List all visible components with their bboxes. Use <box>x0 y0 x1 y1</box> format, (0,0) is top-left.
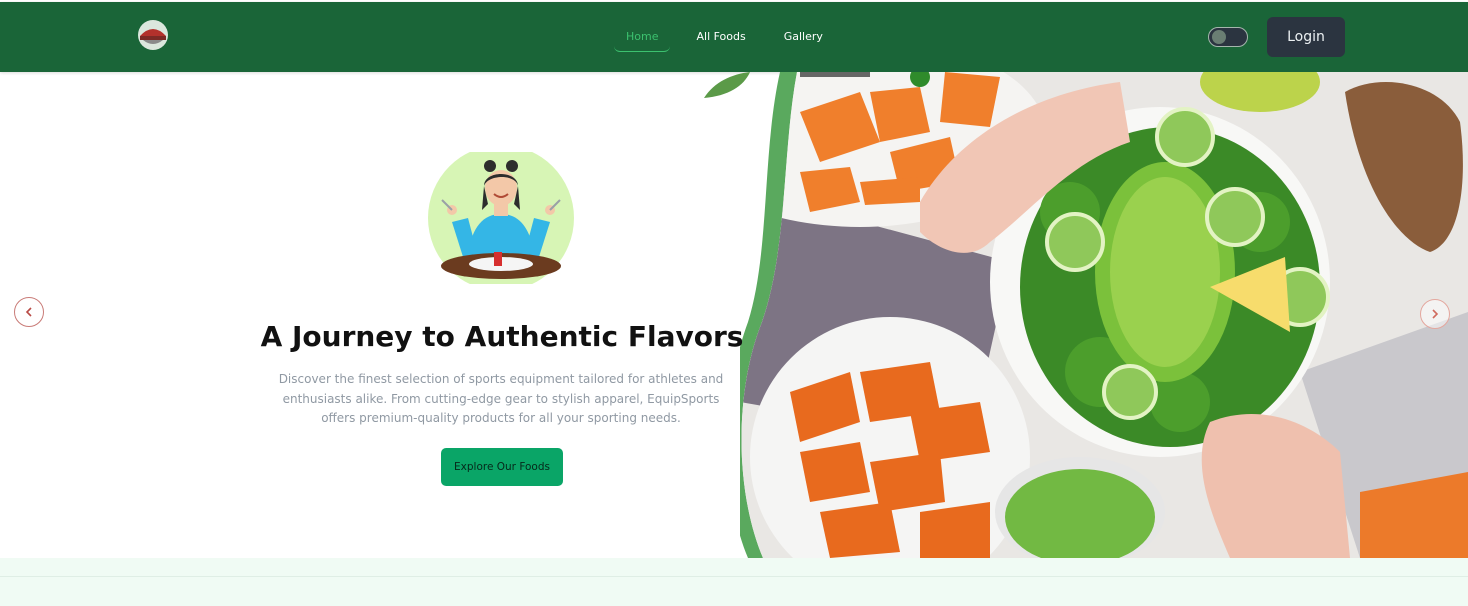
section-divider <box>0 576 1468 577</box>
food-photo <box>740 72 1468 558</box>
main-nav: Home All Foods Gallery <box>614 22 849 52</box>
chevron-left-icon <box>25 307 32 317</box>
toggle-knob <box>1212 30 1226 44</box>
nav-gallery-link[interactable]: Gallery <box>772 22 835 52</box>
hero-title: A Journey to Authentic Flavors <box>260 320 744 353</box>
chef-avatar-icon <box>428 152 574 284</box>
leaf-icon <box>704 72 750 98</box>
hero-description: Discover the finest selection of sports … <box>278 372 724 425</box>
carousel-prev-button[interactable] <box>14 297 44 327</box>
theme-toggle[interactable] <box>1208 27 1248 47</box>
chevron-right-icon <box>1432 309 1439 319</box>
explore-foods-button[interactable]: Explore Our Foods <box>441 448 563 486</box>
nav-home-link[interactable]: Home <box>614 22 671 52</box>
hero-slide: A Journey to Authentic Flavors Discover … <box>0 72 1468 558</box>
login-button[interactable]: Login <box>1267 17 1345 57</box>
nav-all-foods-link[interactable]: All Foods <box>684 22 757 52</box>
navbar: Home All Foods Gallery Login <box>0 2 1468 72</box>
carousel-next-button[interactable] <box>1420 299 1450 329</box>
logo-icon[interactable] <box>136 18 170 52</box>
next-section <box>0 558 1468 606</box>
